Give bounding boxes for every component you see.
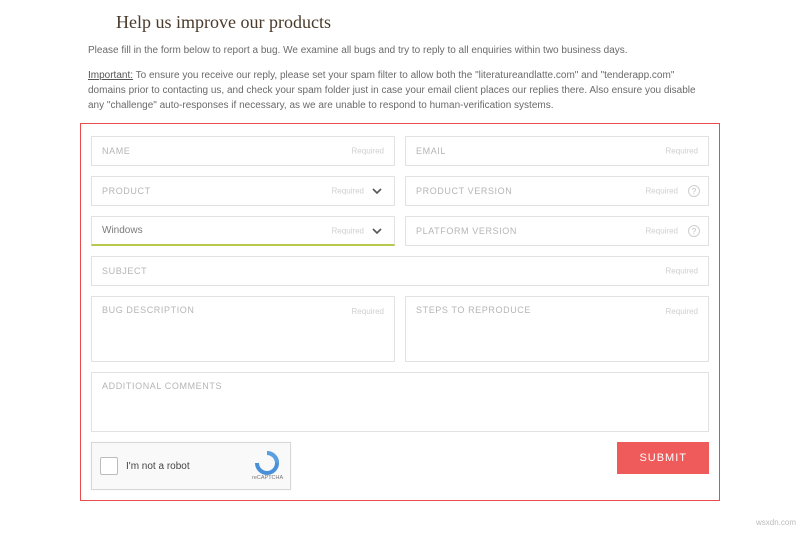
page-title: Help us improve our products — [116, 12, 720, 33]
platform-version-placeholder: PLATFORM VERSION — [416, 226, 517, 236]
intro-text-1: Please fill in the form below to report … — [82, 43, 720, 58]
submit-button[interactable]: SUBMIT — [617, 442, 709, 474]
product-version-placeholder: PRODUCT VERSION — [416, 186, 512, 196]
required-tag: Required — [666, 147, 698, 156]
required-tag: Required — [352, 307, 384, 316]
email-field[interactable]: EMAIL Required — [405, 136, 709, 166]
platform-version-field[interactable]: PLATFORM VERSION Required ? — [405, 216, 709, 246]
watermark: wsxdn.com — [756, 518, 796, 527]
bug-description-placeholder: BUG DESCRIPTION — [102, 305, 195, 315]
steps-textarea[interactable]: STEPS TO REPRODUCE Required — [405, 296, 709, 362]
chevron-down-icon — [370, 184, 384, 198]
required-tag: Required — [666, 267, 698, 276]
required-tag: Required — [646, 187, 678, 196]
important-label: Important: — [88, 70, 133, 81]
recaptcha-label: I'm not a robot — [126, 461, 244, 472]
required-tag: Required — [646, 227, 678, 236]
bug-description-textarea[interactable]: BUG DESCRIPTION Required — [91, 296, 395, 362]
platform-value: Windows — [102, 225, 143, 236]
additional-placeholder: ADDITIONAL COMMENTS — [102, 381, 222, 391]
help-icon[interactable]: ? — [688, 185, 700, 197]
additional-comments-textarea[interactable]: ADDITIONAL COMMENTS — [91, 372, 709, 432]
product-select[interactable]: PRODUCT Required — [91, 176, 395, 206]
bug-report-form: NAME Required EMAIL Required PRODUCT Req… — [80, 123, 720, 501]
required-tag: Required — [666, 307, 698, 316]
recaptcha-widget[interactable]: I'm not a robot reCAPTCHA — [91, 442, 291, 490]
product-placeholder: PRODUCT — [102, 186, 151, 196]
email-placeholder: EMAIL — [416, 146, 446, 156]
chevron-down-icon — [370, 224, 384, 238]
product-version-field[interactable]: PRODUCT VERSION Required ? — [405, 176, 709, 206]
recaptcha-logo: reCAPTCHA — [252, 451, 282, 481]
name-placeholder: NAME — [102, 146, 130, 156]
name-field[interactable]: NAME Required — [91, 136, 395, 166]
help-icon[interactable]: ? — [688, 225, 700, 237]
required-tag: Required — [332, 226, 364, 235]
required-tag: Required — [352, 147, 384, 156]
platform-select[interactable]: Windows Required — [91, 216, 395, 246]
required-tag: Required — [332, 187, 364, 196]
recaptcha-checkbox[interactable] — [100, 457, 118, 475]
intro-text-2: Important: To ensure you receive our rep… — [82, 68, 720, 113]
subject-placeholder: SUBJECT — [102, 266, 147, 276]
subject-field[interactable]: SUBJECT Required — [91, 256, 709, 286]
steps-placeholder: STEPS TO REPRODUCE — [416, 305, 531, 315]
